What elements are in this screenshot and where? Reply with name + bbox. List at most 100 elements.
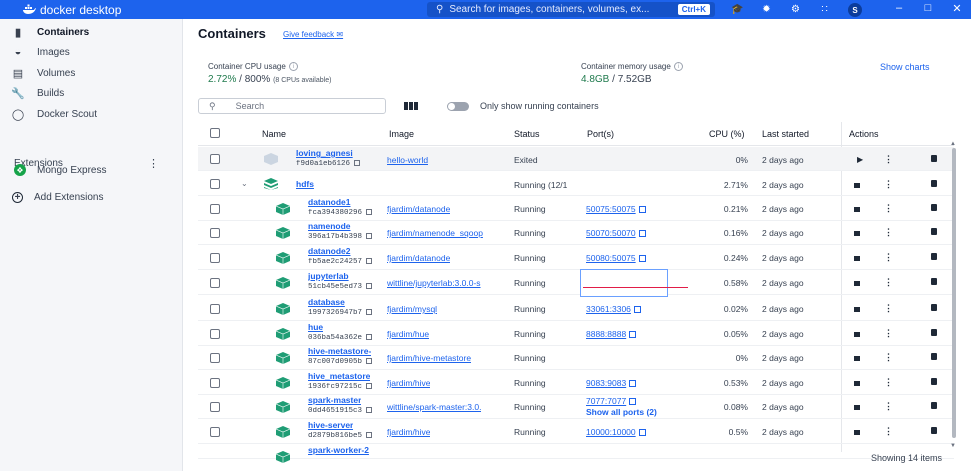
table-row[interactable]: namenode 396a17b4b398 fjardim/namenode_sqo… xyxy=(198,221,954,245)
copy-icon[interactable] xyxy=(366,407,373,414)
row-checkbox[interactable] xyxy=(210,204,220,214)
header-last-started[interactable]: Last started xyxy=(762,129,809,139)
container-search-input[interactable]: ⚲ Search xyxy=(198,98,386,114)
sidebar-item-images[interactable]: ◒ Images xyxy=(10,45,70,59)
table-row[interactable]: jupyterlab 51cb45e5ed73 wittline/jupyterla… xyxy=(198,269,954,298)
close-icon[interactable]: ✕ xyxy=(950,2,964,15)
table-row[interactable]: hive-metastore- 87c007d0905b fjardim/hive-… xyxy=(198,346,954,370)
table-row[interactable]: hive-server d2879b816be5 fjardim/hive Runni… xyxy=(198,420,954,444)
container-name-link[interactable]: datanode1 xyxy=(308,197,351,207)
row-checkbox[interactable] xyxy=(210,304,220,314)
copy-icon[interactable] xyxy=(366,309,373,316)
sidebar-item-volumes[interactable]: ▤ Volumes xyxy=(10,66,76,80)
container-name-link[interactable]: hue xyxy=(308,322,323,332)
header-cpu[interactable]: CPU (%) xyxy=(709,129,745,139)
header-image[interactable]: Image xyxy=(389,129,414,139)
stop-icon[interactable] xyxy=(854,354,860,363)
container-name-link[interactable]: database xyxy=(308,297,345,307)
port-link[interactable]: 9083:9083 xyxy=(586,378,637,388)
table-row[interactable]: database 1997326947b7 fjardim/mysql Running… xyxy=(198,297,954,321)
delete-icon[interactable] xyxy=(931,402,937,411)
header-name[interactable]: Name xyxy=(262,129,286,139)
delete-icon[interactable] xyxy=(931,228,937,237)
copy-icon[interactable] xyxy=(366,358,373,365)
settings-icon[interactable]: ⚙ xyxy=(789,3,802,16)
container-name-link[interactable]: hive-server xyxy=(308,420,353,430)
table-row[interactable]: loving_agnesi f9d0a1eb6126 hello-world E… xyxy=(198,147,954,171)
table-row[interactable]: ⌄ hdfs Running (12/1 2.71% 2 days ago ⋮ xyxy=(198,172,954,196)
row-checkbox[interactable] xyxy=(210,228,220,238)
scroll-up-icon[interactable]: ▲ xyxy=(950,141,956,147)
image-link[interactable]: fjardim/hive xyxy=(387,378,430,388)
sidebar-item-containers[interactable]: ▮ Containers xyxy=(10,25,89,39)
port-link[interactable]: 8888:8888 xyxy=(586,329,637,339)
table-row[interactable]: spark-master 0dd4651915c3 wittline/spark-m… xyxy=(198,395,954,419)
sidebar-item-builds[interactable]: 🔧 Builds xyxy=(10,86,64,100)
container-name-link[interactable]: hive_metastore xyxy=(308,371,370,381)
image-link[interactable]: fjardim/hive-metastore xyxy=(387,353,471,363)
more-menu-icon[interactable]: ⋮ xyxy=(884,203,893,214)
copy-icon[interactable] xyxy=(366,283,373,290)
grid-menu-icon[interactable]: ∷ xyxy=(818,3,831,16)
stop-icon[interactable] xyxy=(854,229,860,238)
delete-icon[interactable] xyxy=(931,329,937,338)
copy-icon[interactable] xyxy=(366,258,373,265)
show-charts-link[interactable]: Show charts xyxy=(880,62,930,72)
stop-icon[interactable] xyxy=(854,181,860,190)
port-link[interactable]: 50070:50070 xyxy=(586,228,646,238)
columns-toggle-icon[interactable] xyxy=(404,102,418,110)
copy-icon[interactable] xyxy=(366,334,373,341)
sidebar-item-add-extensions[interactable]: + Add Extensions xyxy=(12,190,104,204)
more-menu-icon[interactable]: ⋮ xyxy=(884,377,893,388)
image-link[interactable]: fjardim/hue xyxy=(387,329,429,339)
troubleshoot-icon[interactable]: ✹ xyxy=(760,3,773,16)
more-menu-icon[interactable]: ⋮ xyxy=(884,277,893,288)
maximize-icon[interactable]: □ xyxy=(921,2,935,14)
port-link[interactable]: 33061:3306 xyxy=(586,304,641,314)
delete-icon[interactable] xyxy=(931,353,937,362)
stop-icon[interactable] xyxy=(854,379,860,388)
container-name-link[interactable]: jupyterlab xyxy=(308,271,349,281)
sidebar-item-docker-scout[interactable]: ◯ Docker Scout xyxy=(10,107,97,121)
port-link[interactable]: 50075:50075 xyxy=(586,204,646,214)
container-name-link[interactable]: datanode2 xyxy=(308,246,351,256)
delete-icon[interactable] xyxy=(931,204,937,213)
table-row[interactable]: hive_metastore 1936fc97215c fjardim/hive Ru… xyxy=(198,371,954,395)
table-row[interactable]: datanode1 fca394380296 fjardim/datanode Run… xyxy=(198,197,954,221)
copy-icon[interactable] xyxy=(366,383,373,390)
row-checkbox[interactable] xyxy=(210,253,220,263)
more-menu-icon[interactable]: ⋮ xyxy=(884,154,893,165)
delete-icon[interactable] xyxy=(931,155,937,164)
more-menu-icon[interactable]: ⋮ xyxy=(884,352,893,363)
delete-icon[interactable] xyxy=(931,427,937,436)
image-link[interactable]: fjardim/mysql xyxy=(387,304,437,314)
row-checkbox[interactable] xyxy=(210,329,220,339)
more-menu-icon[interactable]: ⋮ xyxy=(884,179,893,190)
row-checkbox[interactable] xyxy=(210,402,220,412)
image-link[interactable]: fjardim/hive xyxy=(387,427,430,437)
stop-icon[interactable] xyxy=(854,403,860,412)
image-link[interactable]: fjardim/datanode xyxy=(387,253,450,263)
more-menu-icon[interactable]: ⋮ xyxy=(884,252,893,263)
delete-icon[interactable] xyxy=(931,253,937,262)
more-menu-icon[interactable]: ⋮ xyxy=(884,227,893,238)
chevron-down-icon[interactable]: ⌄ xyxy=(241,179,248,188)
more-menu-icon[interactable]: ⋮ xyxy=(884,426,893,437)
port-link[interactable]: 50080:50075 xyxy=(586,253,646,263)
row-checkbox[interactable] xyxy=(210,179,220,189)
only-running-toggle[interactable] xyxy=(447,102,469,111)
more-menu-icon[interactable]: ⋮ xyxy=(884,303,893,314)
start-icon[interactable]: ▶ xyxy=(857,155,863,164)
minimize-icon[interactable]: – xyxy=(892,2,906,14)
row-checkbox[interactable] xyxy=(210,427,220,437)
delete-icon[interactable] xyxy=(931,304,937,313)
container-name-link[interactable]: namenode xyxy=(308,221,351,231)
more-menu-icon[interactable]: ⋮ xyxy=(884,328,893,339)
stop-icon[interactable] xyxy=(854,305,860,314)
stop-icon[interactable] xyxy=(854,254,860,263)
stop-icon[interactable] xyxy=(854,330,860,339)
table-row[interactable]: spark-worker-2 xyxy=(198,445,954,463)
table-row[interactable]: datanode2 fb5ae2c24257 fjardim/datanode Run… xyxy=(198,246,954,270)
port-link[interactable]: 7077:7077 xyxy=(586,396,637,406)
select-all-checkbox[interactable] xyxy=(210,128,220,138)
